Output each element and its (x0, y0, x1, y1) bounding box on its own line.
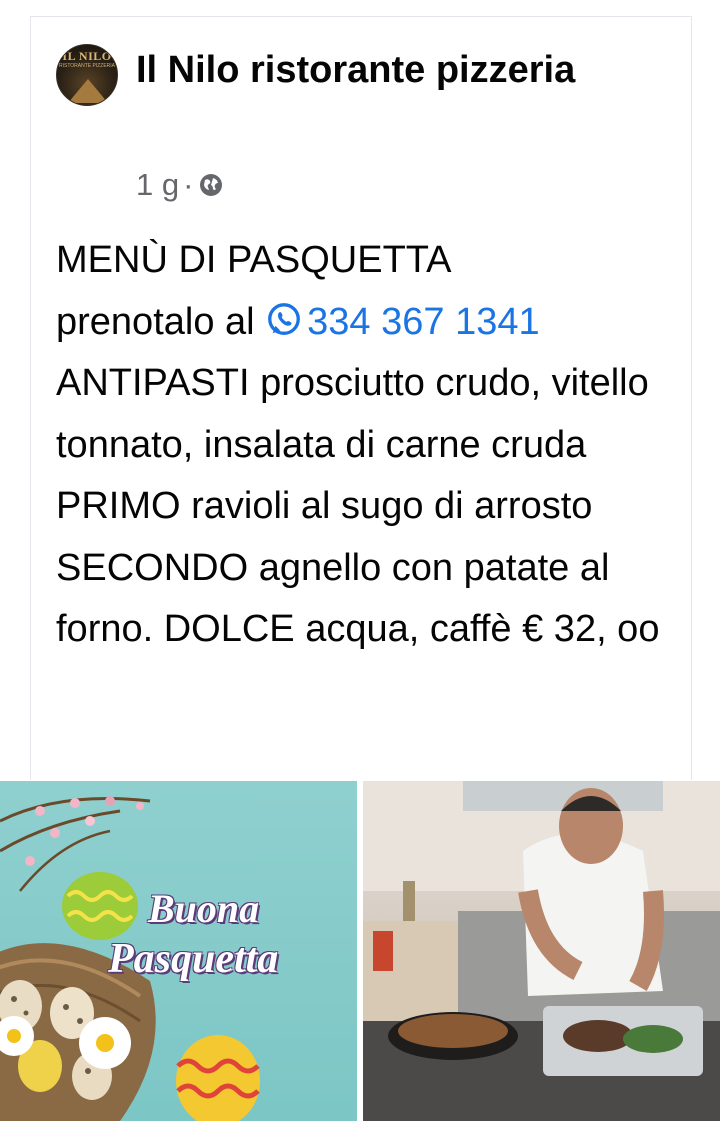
page-avatar[interactable]: IL NILO RISTORANTE PIZZERIA (56, 44, 118, 106)
post-timestamp[interactable]: 1 g (136, 167, 179, 203)
globe-icon (200, 174, 223, 196)
pyramid-icon (68, 79, 108, 103)
chef-photo (363, 781, 720, 1121)
whatsapp-icon (268, 302, 301, 335)
avatar-logo-text: IL NILO (62, 49, 112, 63)
post-text-line1: MENÙ DI PASQUETTA (56, 239, 452, 281)
page-name-link[interactable]: Il Nilo ristorante pizzeria (136, 44, 656, 96)
post-text-prenota: prenotalo al (56, 300, 266, 343)
greeting-line2: Pasquetta (108, 936, 279, 982)
post-meta: 1 g · (136, 165, 223, 205)
post-message: MENÙ DI PASQUETTA prenotalo al 334 367 1… (56, 230, 686, 661)
post-image-chef[interactable] (363, 781, 720, 1121)
phone-link[interactable]: 334 367 1341 (307, 301, 539, 343)
post-text-body: ANTIPASTI prosciutto crudo, vitello tonn… (56, 362, 660, 650)
meta-separator: · (183, 167, 194, 202)
avatar-logo-subtext: RISTORANTE PIZZERIA (58, 63, 116, 69)
greeting-line1: Buona (148, 886, 260, 931)
